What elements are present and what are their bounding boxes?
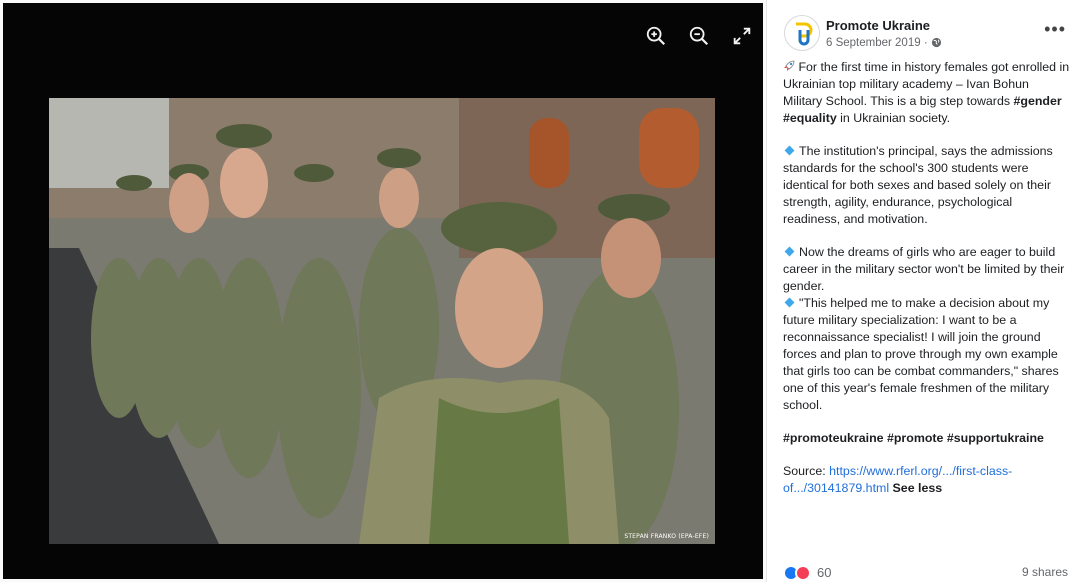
page-name[interactable]: Promote Ukraine [826,18,930,33]
hashtag-equality[interactable]: #equality [783,111,837,125]
more-options-icon[interactable]: ••• [1044,20,1066,38]
post-paragraph-intro: For the first time in history females go… [783,60,1070,125]
globe-icon [931,37,942,51]
post-text: For the first time in history females go… [783,59,1071,513]
rocket-icon [783,60,798,74]
post-panel: Promote Ukraine 6 September 2019 · ••• F… [766,0,1080,582]
soldiers-parade-image [49,98,715,544]
post-date[interactable]: 6 September 2019 · [826,37,928,49]
blue-diamond-icon [784,297,795,308]
shares-count[interactable]: 9 shares [1022,565,1068,582]
blue-diamond-icon [784,145,795,156]
photo-viewer: STEPAN FRANKO (EPA-EFE) [0,0,766,582]
post-paragraph-principal: The institution's principal, says the ad… [783,144,1053,226]
post-source: Source: https://www.rferl.org/.../first-… [783,464,1013,495]
zoom-out-icon[interactable] [688,25,710,47]
see-less-button[interactable]: See less [893,481,943,495]
photo-credit: STEPAN FRANKO (EPA-EFE) [624,533,709,540]
zoom-in-icon[interactable] [645,25,667,47]
post-photo[interactable]: STEPAN FRANKO (EPA-EFE) [49,98,715,544]
hashtag-gender[interactable]: #gender [1013,94,1061,108]
post-hashtags: #promoteukraine #promote #supportukraine [783,430,1071,447]
post-date-line[interactable]: 6 September 2019 · [826,37,942,51]
love-reaction-icon [795,564,811,581]
reaction-count[interactable]: 60 [817,565,831,580]
fullscreen-icon[interactable] [731,25,753,47]
post-paragraph-quote: "This helped me to make a decision about… [783,296,1059,412]
hashtag-list[interactable]: #promoteukraine #promote #supportukraine [783,431,1044,445]
post-paragraph-dreams: Now the dreams of girls who are eager to… [783,245,1065,293]
page-avatar[interactable] [784,15,820,51]
promote-ukraine-logo-icon [796,22,813,46]
blue-diamond-icon [784,246,795,257]
reactions-summary[interactable]: 60 [783,563,831,582]
